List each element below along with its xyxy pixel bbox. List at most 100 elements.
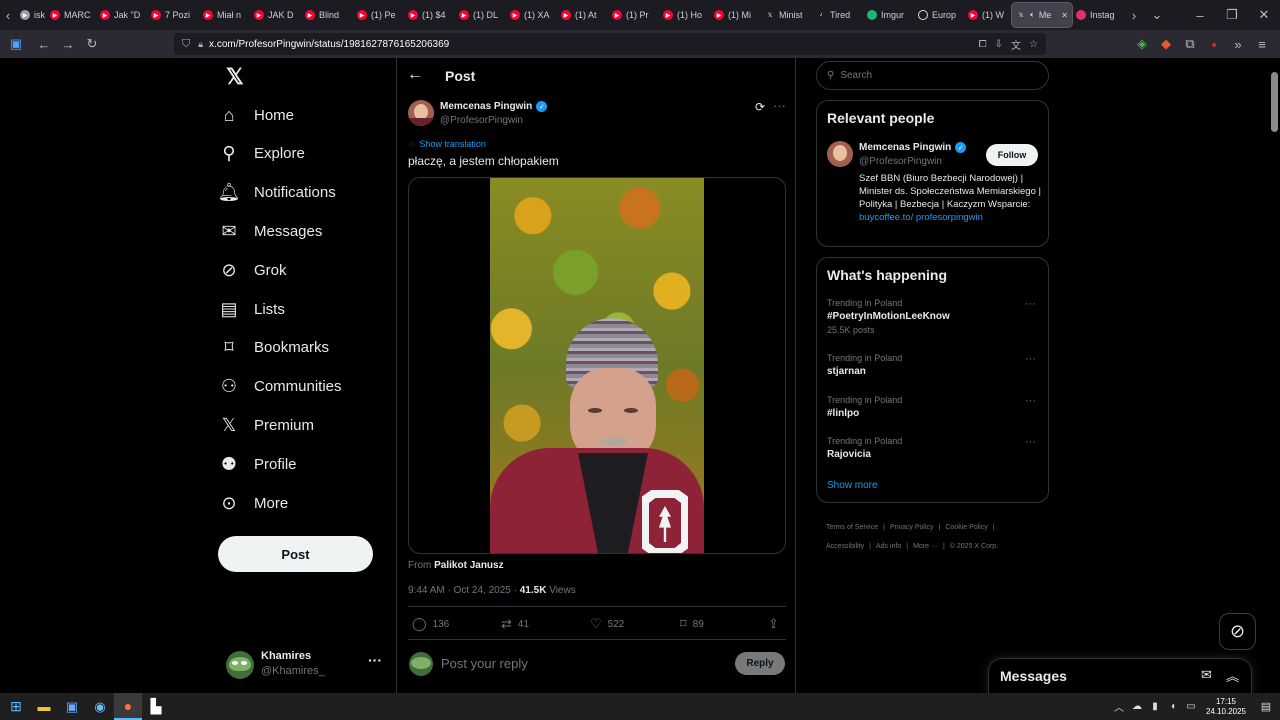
tab-list-chevron-icon[interactable]: ⌄ (1144, 3, 1170, 27)
repost-action[interactable]: ⇄ 41 (501, 616, 529, 632)
browser-tab[interactable]: ▶ isk (16, 0, 46, 30)
speaker-icon[interactable]: 🔈︎ (1030, 10, 1035, 20)
follow-button[interactable]: Follow (986, 144, 1038, 166)
sidebar-toggle-icon[interactable]: ▣ (4, 32, 28, 56)
onedrive-icon[interactable]: ☁ (1128, 693, 1146, 720)
trend-item[interactable]: Trending in Poland #linlpo ··· (827, 395, 1039, 433)
person-bio-link[interactable]: buycoffee.to/ profesorpingwin (859, 212, 983, 223)
file-explorer-icon[interactable]: ▬ (30, 693, 58, 720)
trend-more-icon[interactable]: ··· (1025, 436, 1036, 448)
trend-item[interactable]: Trending in Poland #PoetryInMotionLeeKnow… (827, 298, 1039, 336)
back-icon[interactable]: ← (32, 32, 56, 56)
microphone-icon[interactable]: ◖ (1164, 693, 1182, 720)
reply-button[interactable]: Reply (735, 652, 785, 675)
sidebar-item-bookmarks[interactable]: ⌑ Bookmarks (218, 328, 329, 368)
messages-drawer[interactable]: Messages ✉ ︽ (988, 658, 1252, 694)
browser-tab[interactable]: 𝕏 Minist (761, 0, 812, 30)
footer-link[interactable]: Terms of Service (826, 524, 878, 531)
browser-tab[interactable]: ▶ Blind (301, 0, 353, 30)
sidebar-item-communities[interactable]: ⚇ Communities (218, 367, 342, 407)
browser-tab[interactable]: 𝕏 🔈︎ Me ✕ (1011, 2, 1073, 28)
footer-link[interactable]: Accessibility (826, 543, 864, 550)
more-dots-icon[interactable]: ··· (368, 652, 382, 668)
show-more-link[interactable]: Show more (827, 480, 878, 491)
grok-explain-icon[interactable]: ⟳ (755, 100, 765, 114)
browser-tab[interactable]: ▶ (1) DL (455, 0, 506, 30)
reply-action[interactable]: ◯ 136 (412, 616, 449, 632)
lock-icon[interactable]: 🔒︎ (198, 39, 203, 50)
volume-icon[interactable]: ▮ (1146, 693, 1164, 720)
steam-icon[interactable]: ◉ (86, 693, 114, 720)
search-box[interactable]: ⚲ Search (816, 61, 1049, 90)
browser-tab[interactable]: ▶ (1) Pr (608, 0, 659, 30)
footer-link[interactable]: Ads info (876, 543, 901, 550)
browser-tab[interactable]: ▶ Miał n (199, 0, 250, 30)
extensions-puzzle-icon[interactable]: ⧉ (1178, 32, 1202, 56)
browser-tab[interactable]: Europ (914, 0, 964, 30)
author-avatar[interactable] (408, 100, 434, 126)
browser-tab[interactable]: ▶ JAK D (250, 0, 301, 30)
clock[interactable]: 17:15 24.10.2025 (1200, 697, 1252, 717)
sidebar-item-premium[interactable]: 𝕏 Premium (218, 405, 314, 445)
post-more-icon[interactable]: ··· (773, 98, 786, 113)
tab-scroll-left-icon[interactable]: ‹ (0, 3, 16, 27)
trend-item[interactable]: Trending in Poland Rajovicia ··· (827, 436, 1039, 474)
extension-badge-icon[interactable]: ▪ (1202, 32, 1226, 56)
translate-icon[interactable]: 文 (1011, 37, 1021, 52)
like-action[interactable]: ♡ 522 (590, 616, 624, 632)
back-arrow-icon[interactable]: ← (407, 66, 423, 84)
trend-more-icon[interactable]: ··· (1025, 298, 1036, 310)
bookmark-star-icon[interactable]: ☆ (1029, 39, 1038, 50)
sidebar-item-notifications[interactable]: 🔔︎ Notifications (218, 173, 336, 213)
browser-tab[interactable]: ▶ (1) W (964, 0, 1012, 30)
reply-input[interactable]: Post your reply (441, 656, 528, 671)
app-menu-icon[interactable]: ≡ (1250, 32, 1274, 56)
video-frame[interactable] (490, 178, 704, 553)
person-name[interactable]: Memcenas Pingwin (859, 142, 951, 153)
footer-link[interactable]: More ··· (913, 543, 938, 550)
sidebar-item-profile[interactable]: ⚉ Profile (218, 444, 297, 484)
footer-link[interactable]: Cookie Policy (945, 524, 987, 531)
sidebar-item-home[interactable]: ⌂ Home (218, 95, 294, 135)
browser-tab[interactable]: ▶ (1) Pe (353, 0, 404, 30)
grok-float-button[interactable]: ⊘ (1219, 613, 1256, 650)
share-action[interactable]: ⇪ (768, 616, 779, 632)
forward-icon[interactable]: → (56, 32, 80, 56)
download-page-icon[interactable]: ⇩ (995, 39, 1003, 50)
close-window-icon[interactable]: ✕ (1248, 3, 1280, 27)
sidebar-item-explore[interactable]: ⚲ Explore (218, 134, 304, 174)
minimize-icon[interactable]: – (1184, 3, 1216, 27)
browser-tab[interactable]: Imgur (863, 0, 914, 30)
account-switcher[interactable]: Khamires @Khamires_ ··· (222, 648, 392, 684)
author-name[interactable]: Memcenas Pingwin (440, 101, 532, 112)
notification-icon[interactable]: ▤ (1252, 693, 1280, 720)
tray-overflow-icon[interactable]: ︿ (1110, 693, 1128, 720)
author-handle[interactable]: @ProfesorPingwin (440, 115, 523, 126)
show-translation-link[interactable]: Show translation (419, 139, 486, 149)
x-logo-icon[interactable]: 𝕏 (226, 64, 248, 89)
browser-tab[interactable]: ▶ (1) Ho (659, 0, 710, 30)
post-button[interactable]: Post (218, 536, 373, 572)
tab-scroll-right-icon[interactable]: › (1124, 3, 1144, 27)
trend-more-icon[interactable]: ··· (1025, 395, 1036, 407)
extension-shield-icon[interactable]: ◈ (1130, 32, 1154, 56)
sidebar-item-grok[interactable]: ⊘ Grok (218, 250, 286, 290)
sidebar-item-lists[interactable]: ▤ Lists (218, 289, 284, 329)
person-avatar[interactable] (827, 141, 853, 167)
post-media[interactable] (408, 177, 786, 554)
search-input[interactable]: Search (840, 70, 872, 81)
network-app-icon[interactable]: ▣ (58, 693, 86, 720)
sidebar-item-more[interactable]: ⊙ More (218, 483, 288, 523)
browser-tab[interactable]: ▶ Jak "D (96, 0, 147, 30)
browser-tab[interactable]: ▶ (1) $4 (404, 0, 455, 30)
display-icon[interactable]: ▭ (1182, 693, 1200, 720)
firefox-icon[interactable]: ● (114, 693, 142, 720)
close-tab-icon[interactable]: ✕ (1061, 11, 1068, 20)
url-text[interactable]: x.com/ProfesorPingwin/status/19816278761… (209, 39, 449, 50)
tracking-shield-icon[interactable]: ⛉ (182, 38, 190, 51)
person-handle[interactable]: @ProfesorPingwin (859, 156, 942, 167)
browser-tab[interactable]: ▶ (1) Mi (710, 0, 761, 30)
footer-link[interactable]: Privacy Policy (890, 524, 934, 531)
browser-tab[interactable]: ▶ 7 Pozi (147, 0, 199, 30)
sidebar-item-messages[interactable]: ✉ Messages (218, 211, 322, 251)
